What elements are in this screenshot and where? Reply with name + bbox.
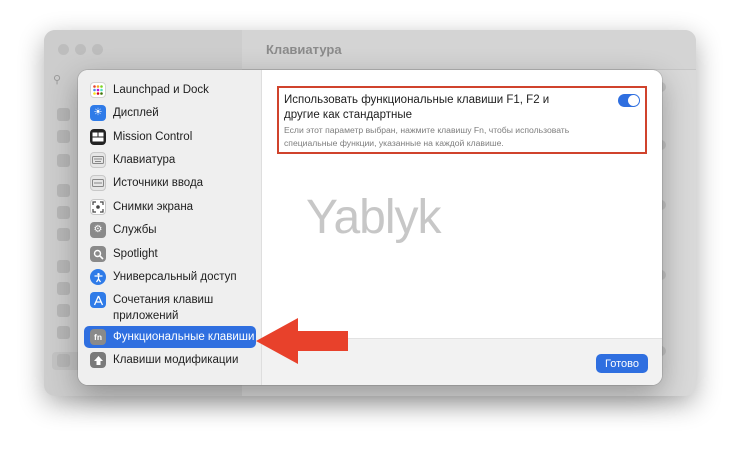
red-arrow-icon <box>256 318 348 364</box>
background-sidebar-icon <box>57 304 70 317</box>
app-shortcuts-icon <box>90 292 106 308</box>
sidebar-item-label: Источники ввода <box>113 177 204 189</box>
sidebar-item-label: Функциональные клавиши <box>113 331 255 343</box>
sidebar-item-modifier-keys[interactable]: Клавиши модификации <box>84 349 256 371</box>
toggle-knob <box>628 95 639 106</box>
input-sources-icon <box>90 175 106 191</box>
use-fn-keys-description: Если этот параметр выбран, нажмите клави… <box>284 125 570 148</box>
fn-icon: fn <box>90 329 106 345</box>
sidebar-item-label: Снимки экрана <box>113 201 194 213</box>
background-sidebar-icon <box>57 282 70 295</box>
sidebar-item-keyboard[interactable]: Клавиатура <box>84 149 256 171</box>
screenshot-icon <box>90 199 106 215</box>
sidebar-item-function-keys[interactable]: fn Функциональные клавиши <box>84 326 256 348</box>
sidebar-item-app-shortcuts[interactable]: Сочетания клавиш приложений <box>84 292 256 324</box>
modifier-keys-icon <box>90 352 106 368</box>
shortcuts-sidebar: Launchpad и Dock ☀ Дисплей Mission Contr… <box>78 70 262 385</box>
keyboard-icon <box>90 152 106 168</box>
services-icon: ⚙ <box>90 222 106 238</box>
sidebar-item-launchpad-dock[interactable]: Launchpad и Dock <box>84 79 256 101</box>
sidebar-item-label: Дисплей <box>113 107 159 119</box>
sidebar-item-accessibility[interactable]: Универсальный доступ <box>84 266 256 288</box>
sidebar-item-label: Универсальный доступ <box>113 271 237 283</box>
background-sidebar-icon <box>57 228 70 241</box>
sidebar-item-spotlight[interactable]: Spotlight <box>84 243 256 265</box>
background-sidebar-icon <box>57 354 70 367</box>
search-icon: ⚲ <box>53 74 62 86</box>
mission-control-icon <box>90 129 106 145</box>
background-sidebar-icon <box>57 108 70 121</box>
sidebar-item-label: Spotlight <box>113 248 158 260</box>
sidebar-item-screenshots[interactable]: Снимки экрана <box>84 196 256 218</box>
use-fn-keys-as-standard-label: Использовать функциональные клавиши F1, … <box>284 94 550 121</box>
sidebar-item-label: Клавиатура <box>113 154 176 166</box>
background-sidebar-icon <box>57 206 70 219</box>
zoom-window-icon <box>92 44 103 55</box>
minimize-window-icon <box>75 44 86 55</box>
sidebar-item-input-sources[interactable]: Источники ввода <box>84 172 256 194</box>
window-title: Клавиатура <box>266 42 342 57</box>
use-fn-keys-toggle[interactable] <box>618 94 640 107</box>
watermark: Yablyk <box>306 191 442 244</box>
background-sidebar-icon <box>57 184 70 197</box>
sidebar-item-mission-control[interactable]: Mission Control <box>84 126 256 148</box>
background-sidebar-icon <box>57 260 70 273</box>
keyboard-shortcuts-sheet: Launchpad и Dock ☀ Дисплей Mission Contr… <box>78 70 662 385</box>
background-sidebar-icon <box>57 130 70 143</box>
done-button[interactable]: Готово <box>596 354 648 373</box>
sidebar-item-display[interactable]: ☀ Дисплей <box>84 102 256 124</box>
background-sidebar-icon <box>57 326 70 339</box>
sidebar-item-services[interactable]: ⚙ Службы <box>84 219 256 241</box>
sidebar-item-label: Службы <box>113 224 157 236</box>
spotlight-icon <box>90 246 106 262</box>
close-window-icon <box>58 44 69 55</box>
accessibility-icon <box>90 269 106 285</box>
sidebar-item-label: Сочетания клавиш приложений <box>113 294 214 322</box>
launchpad-icon <box>90 82 106 98</box>
sidebar-item-label: Launchpad и Dock <box>113 84 209 96</box>
sidebar-item-label: Mission Control <box>113 131 193 143</box>
sidebar-item-label: Клавиши модификации <box>113 354 239 366</box>
display-icon: ☀ <box>90 105 106 121</box>
background-sidebar-icon <box>57 154 70 167</box>
